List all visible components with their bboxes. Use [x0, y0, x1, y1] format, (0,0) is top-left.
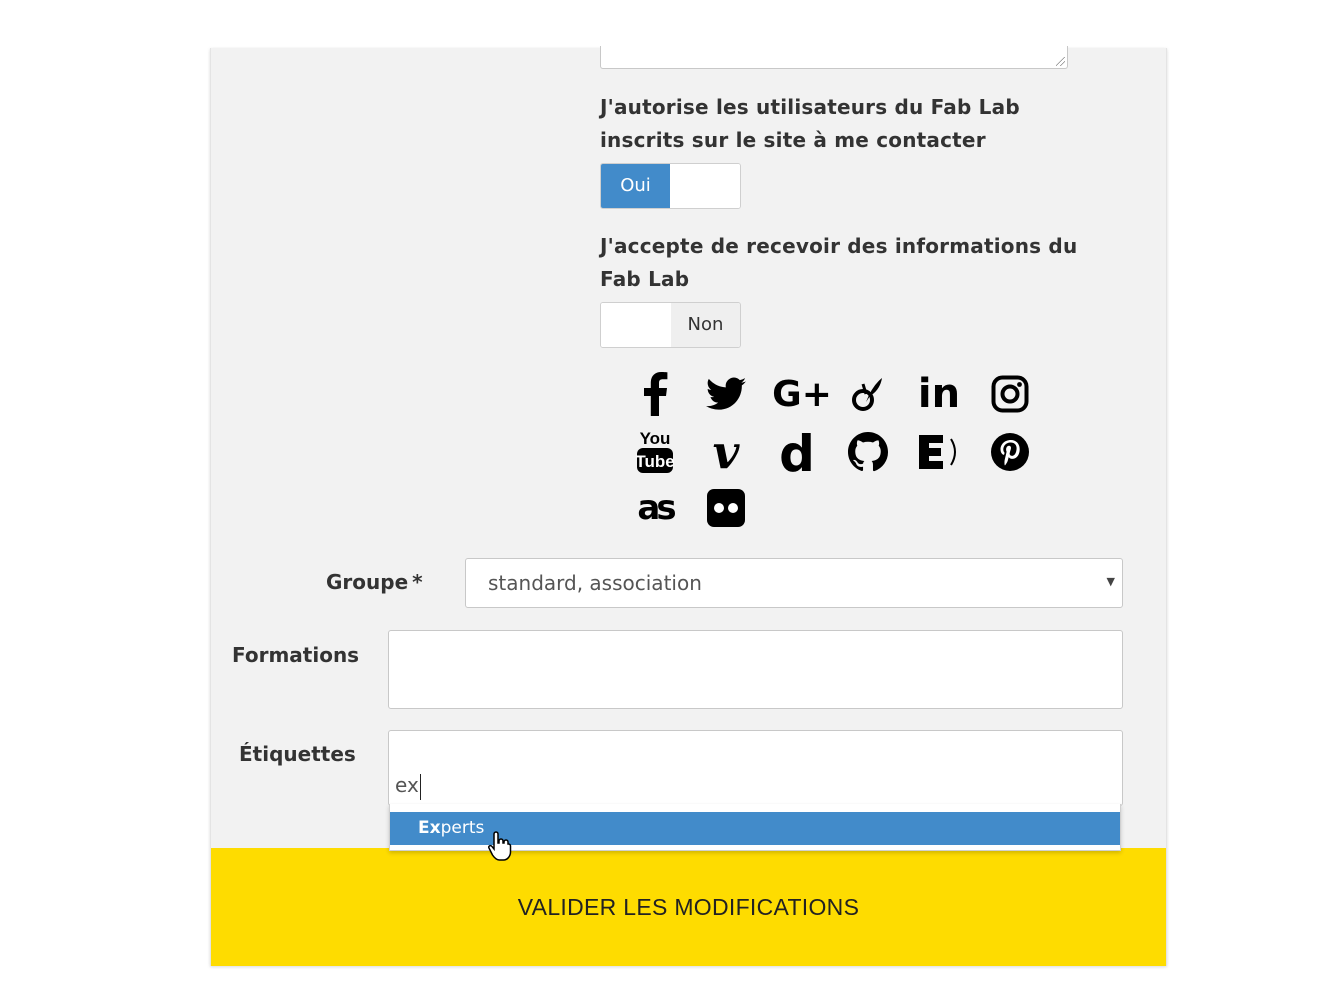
- group-select[interactable]: standard, association ▼: [465, 558, 1123, 608]
- group-label-text: Groupe: [326, 570, 409, 594]
- bio-textarea[interactable]: [600, 46, 1068, 69]
- newsletter-consent-off-label: Non: [671, 303, 740, 347]
- linkedin-icon[interactable]: in: [911, 366, 967, 422]
- tags-input-text: ex: [395, 773, 421, 800]
- tags-label: Étiquettes: [239, 742, 356, 766]
- youtube-icon[interactable]: You Tube: [627, 424, 683, 480]
- instagram-icon[interactable]: [982, 366, 1038, 422]
- switch-handle: [671, 164, 740, 208]
- flickr-icon[interactable]: [698, 480, 754, 536]
- tag-suggestion-text: Experts: [418, 812, 484, 845]
- google-plus-icon[interactable]: G+: [769, 366, 835, 422]
- resize-handle-icon[interactable]: [1056, 57, 1065, 66]
- viadeo-icon[interactable]: [840, 366, 896, 422]
- lastfm-icon[interactable]: as: [627, 480, 683, 536]
- pinterest-icon[interactable]: [982, 424, 1038, 480]
- twitter-icon[interactable]: [698, 366, 754, 422]
- contact-consent-label: J'autorise les utilisateurs du Fab Lab i…: [600, 95, 1020, 152]
- dailymotion-icon[interactable]: d: [769, 425, 825, 483]
- newsletter-consent-label: J'accepte de recevoir des informations d…: [600, 234, 1078, 291]
- profile-form-panel: J'autorise les utilisateurs du Fab Lab i…: [210, 46, 1167, 966]
- tag-suggestion-rest: perts: [440, 818, 485, 838]
- contact-consent-switch[interactable]: Oui: [600, 163, 741, 209]
- group-label: Groupe *: [326, 570, 423, 594]
- hand-pointer-icon: [488, 830, 514, 866]
- tags-typed-value: ex: [395, 773, 419, 797]
- tags-input[interactable]: ex: [388, 730, 1123, 806]
- facebook-icon[interactable]: [627, 366, 683, 422]
- tag-suggestion-match: Ex: [418, 818, 441, 838]
- submit-button[interactable]: VALIDER LES MODIFICATIONS: [211, 848, 1166, 966]
- newsletter-consent-switch[interactable]: Non: [600, 302, 741, 348]
- svg-text:Tube: Tube: [636, 452, 674, 471]
- trainings-input[interactable]: [388, 630, 1123, 709]
- chevron-down-icon: ▼: [1106, 575, 1115, 588]
- trainings-label: Formations: [232, 643, 360, 667]
- echosciences-icon[interactable]: [911, 424, 967, 480]
- github-icon[interactable]: [840, 424, 896, 480]
- svg-text:You: You: [640, 429, 671, 448]
- required-asterisk: *: [412, 570, 423, 594]
- contact-consent-on-label: Oui: [601, 164, 670, 208]
- switch-handle: [601, 303, 670, 347]
- vimeo-icon[interactable]: v: [698, 424, 754, 480]
- group-select-value: standard, association: [488, 571, 702, 595]
- text-cursor: [419, 773, 421, 800]
